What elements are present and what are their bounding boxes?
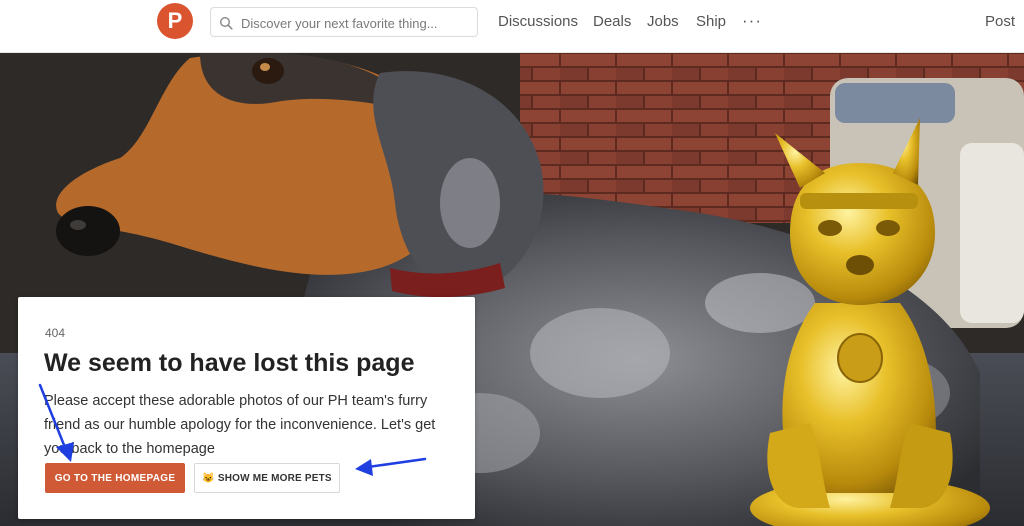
show-more-pets-button[interactable]: 😺 SHOW ME MORE PETS: [194, 463, 340, 493]
error-code: 404: [45, 326, 66, 340]
not-found-card: 404 We seem to have lost this page Pleas…: [18, 297, 475, 519]
apology-message: Please accept these adorable photos of o…: [44, 393, 436, 457]
nav-deals-link[interactable]: Deals: [593, 13, 631, 30]
product-hunt-logo[interactable]: P: [157, 3, 193, 39]
nav-ship-link[interactable]: Ship: [696, 13, 726, 30]
more-menu-icon[interactable]: ···: [742, 11, 762, 31]
show-more-pets-label: SHOW ME MORE PETS: [217, 472, 332, 484]
search-box[interactable]: [210, 7, 478, 38]
post-link[interactable]: Post: [985, 13, 1015, 30]
search-input[interactable]: [239, 8, 477, 38]
top-navigation-bar: P Discussions Deals Jobs Ship ··· Post: [0, 0, 1024, 53]
cat-face-icon: 😺: [202, 472, 215, 484]
page-title: We seem to have lost this page: [44, 349, 415, 377]
nav-discussions-link[interactable]: Discussions: [498, 13, 578, 30]
go-to-homepage-button[interactable]: GO TO THE HOMEPAGE: [45, 463, 185, 493]
search-icon: [219, 16, 233, 30]
nav-jobs-link[interactable]: Jobs: [647, 13, 679, 30]
